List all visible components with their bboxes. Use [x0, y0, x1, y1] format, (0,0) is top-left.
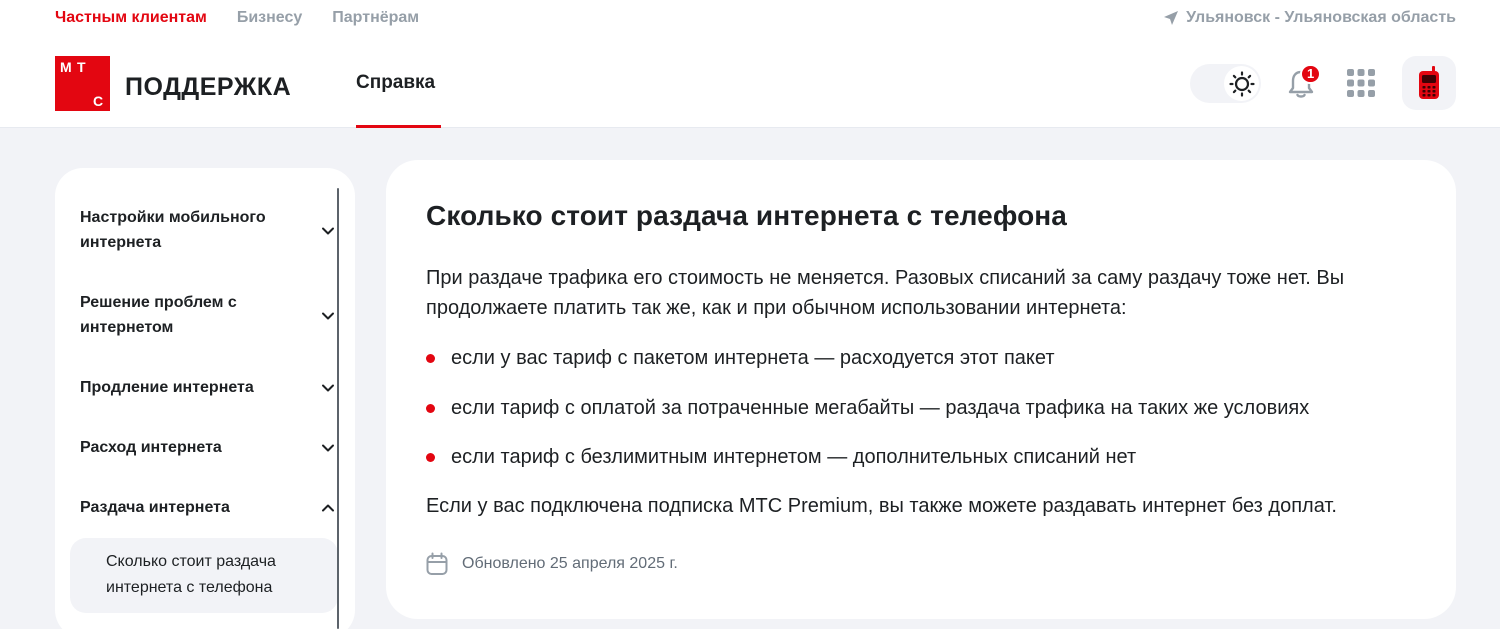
- chevron-up-icon: [322, 504, 334, 512]
- list-item-text: если тариф с оплатой за потраченные мега…: [451, 397, 1310, 419]
- list-item-text: если у вас тариф с пакетом интернета — р…: [451, 347, 1055, 369]
- article-note: Если у вас подключена подписка МТС Premi…: [426, 495, 1337, 517]
- segment-business[interactable]: Бизнесу: [237, 9, 302, 27]
- segment-nav: Частным клиентам Бизнесу Партнёрам: [55, 9, 419, 27]
- theme-toggle[interactable]: [1190, 64, 1261, 103]
- sidebar-item-label: Расход интернета: [80, 439, 222, 456]
- logo-letter-t: Т: [77, 59, 86, 75]
- logo-letter-m: М: [60, 59, 72, 75]
- sidebar-item-internet-sharing[interactable]: Раздача интернета: [80, 495, 335, 520]
- location-arrow-icon: [1164, 11, 1179, 25]
- sidebar-subitem-active[interactable]: Сколько стоит раздача интернета с телефо…: [70, 538, 338, 613]
- sidebar-item-label: Продление интернета: [80, 379, 254, 396]
- sidebar-item-internet-extension[interactable]: Продление интернета: [80, 375, 335, 400]
- sidebar-item-mobile-internet-settings[interactable]: Настройки мобильного интернета: [80, 205, 335, 255]
- list-item: если тариф с оплатой за потраченные мега…: [426, 393, 1309, 423]
- chevron-down-icon: [322, 312, 334, 320]
- bullet-dot: [426, 453, 435, 462]
- segment-partners[interactable]: Партнёрам: [332, 9, 419, 27]
- sidebar-nav: Настройки мобильного интернета Решение п…: [55, 168, 355, 629]
- chevron-down-icon: [322, 227, 334, 235]
- chevron-down-icon: [322, 444, 334, 452]
- sidebar-item-label: Раздача интернета: [80, 499, 230, 516]
- article-intro: При раздаче трафика его стоимость не мен…: [426, 267, 1345, 319]
- updated-date: Обновлено 25 апреля 2025 г.: [426, 552, 678, 576]
- sidebar-item-label: Настройки мобильного интернета: [80, 209, 266, 251]
- list-item-text: если тариф с безлимитным интернетом — до…: [451, 446, 1137, 468]
- apps-grid-icon[interactable]: [1347, 69, 1375, 97]
- article-title: Сколько стоит раздача интернета с телефо…: [426, 200, 1067, 231]
- updated-date-text: Обновлено 25 апреля 2025 г.: [462, 555, 678, 572]
- sidebar-item-internet-usage[interactable]: Расход интернета: [80, 435, 335, 460]
- sidebar-item-label: Решение проблем с интернетом: [80, 294, 237, 336]
- list-item: если у вас тариф с пакетом интернета — р…: [426, 343, 1055, 373]
- mobile-phone-icon: [1419, 66, 1439, 99]
- calendar-icon: [426, 552, 448, 575]
- theme-toggle-knob: [1224, 66, 1259, 101]
- active-tab-indicator: [356, 125, 441, 128]
- sidebar-subitem-label: Сколько стоит раздача интернета с телефо…: [106, 553, 276, 596]
- logo-letter-s: С: [93, 93, 104, 109]
- top-header: Частным клиентам Бизнесу Партнёрам Ульян…: [0, 0, 1500, 128]
- chevron-down-icon: [322, 384, 334, 392]
- segment-private[interactable]: Частным клиентам: [55, 9, 207, 27]
- tab-help[interactable]: Справка: [356, 72, 435, 94]
- notification-badge: 1: [1300, 64, 1322, 84]
- bullet-dot: [426, 404, 435, 413]
- sidebar-scrollbar[interactable]: [337, 188, 339, 629]
- sidebar-item-internet-troubleshooting[interactable]: Решение проблем с интернетом: [80, 290, 335, 340]
- mts-logo[interactable]: М Т С: [55, 56, 110, 111]
- list-item: если тариф с безлимитным интернетом — до…: [426, 442, 1136, 472]
- logo-title[interactable]: ПОДДЕРЖКА: [125, 73, 291, 102]
- article-card: Сколько стоит раздача интернета с телефо…: [386, 160, 1456, 619]
- bullet-dot: [426, 354, 435, 363]
- region-selector[interactable]: Ульяновск - Ульяновская область: [1163, 9, 1456, 27]
- region-label: Ульяновск - Ульяновская область: [1186, 9, 1456, 26]
- sun-icon: [1228, 70, 1255, 97]
- mobile-account-button[interactable]: [1402, 56, 1456, 110]
